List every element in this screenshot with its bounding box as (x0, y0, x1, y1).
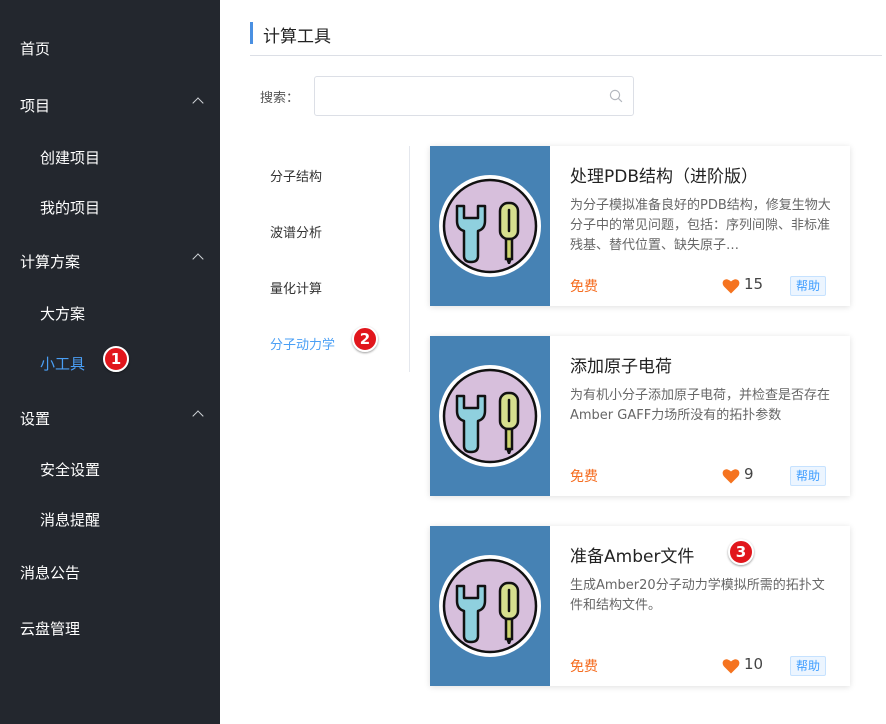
heart-icon[interactable] (722, 278, 740, 294)
tool-price: 免费 (570, 659, 598, 675)
page-header: 计算工具 (250, 20, 882, 56)
sidebar-item-label: 我的项目 (40, 198, 101, 217)
sidebar-item-big-plan[interactable]: 大方案 (0, 293, 220, 333)
tool-price: 免费 (570, 469, 598, 485)
sidebar-item-settings[interactable]: 设置 (0, 398, 220, 438)
chevron-up-icon (192, 97, 204, 109)
help-button[interactable]: 帮助 (790, 656, 827, 676)
annotation-badge-3: 3 (728, 539, 754, 565)
wrench-screwdriver-icon (437, 553, 543, 659)
tool-title[interactable]: 处理PDB结构（进阶版） (570, 162, 758, 187)
sidebar-item-create-project[interactable]: 创建项目 (0, 137, 220, 177)
sidebar-item-label: 计算方案 (20, 252, 81, 271)
tool-card[interactable]: 准备Amber文件 生成Amber20分子动力学模拟所需的拓扑文件和结构文件。 … (430, 526, 850, 686)
sidebar-item-label: 设置 (20, 409, 51, 428)
sidebar-item-home[interactable]: 首页 (0, 28, 220, 68)
help-button[interactable]: 帮助 (790, 276, 827, 296)
category-quantum-computation[interactable]: 量化计算 (270, 278, 322, 297)
like-count: 10 (744, 655, 764, 673)
tool-description: 为有机小分子添加原子电荷，并检查是否存在Amber GAFF力场所没有的拓扑参数 (570, 388, 831, 423)
wrench-screwdriver-icon (437, 363, 543, 469)
search-field (314, 76, 634, 116)
tool-card[interactable]: 添加原子电荷 为有机小分子添加原子电荷，并检查是否存在Amber GAFF力场所… (430, 336, 850, 496)
annotation-badge-1: 1 (103, 346, 129, 372)
chevron-up-icon (192, 253, 204, 265)
search-input[interactable] (315, 77, 633, 115)
tool-price: 免费 (570, 279, 598, 295)
sidebar-item-cloud-drive[interactable]: 云盘管理 (0, 608, 220, 648)
sidebar-item-label: 项目 (20, 96, 51, 115)
category-spectral-analysis[interactable]: 波谱分析 (270, 222, 322, 241)
sidebar-item-projects[interactable]: 项目 (0, 85, 220, 125)
sidebar-item-security-settings[interactable]: 安全设置 (0, 449, 220, 489)
sidebar-item-message-alerts[interactable]: 消息提醒 (0, 499, 220, 539)
heart-icon[interactable] (722, 468, 740, 484)
wrench-screwdriver-icon (437, 173, 543, 279)
search-label: 搜索： (260, 91, 300, 106)
sidebar-item-label: 小工具 (40, 354, 86, 373)
tool-card[interactable]: 处理PDB结构（进阶版） 为分子模拟准备良好的PDB结构，修复生物大分子中的常见… (430, 146, 850, 306)
chevron-up-icon (192, 410, 204, 422)
sidebar-item-announcements[interactable]: 消息公告 (0, 552, 220, 592)
tool-description: 为分子模拟准备良好的PDB结构，修复生物大分子中的常见问题，包括：序列间隙、非标… (570, 198, 831, 253)
category-divider (409, 146, 410, 372)
sidebar: 首页 项目 创建项目 我的项目 计算方案 大方案 小工具 设置 安全设置 消息提… (0, 0, 220, 724)
tool-title[interactable]: 准备Amber文件 (570, 542, 694, 567)
sidebar-item-label: 消息公告 (20, 563, 81, 582)
tool-thumbnail (430, 146, 550, 306)
sidebar-item-label: 首页 (20, 39, 51, 58)
like-count: 15 (744, 275, 764, 293)
sidebar-item-my-projects[interactable]: 我的项目 (0, 187, 220, 227)
annotation-badge-2: 2 (352, 326, 378, 352)
tool-title[interactable]: 添加原子电荷 (570, 352, 672, 377)
title-accent-bar (250, 22, 253, 44)
help-button[interactable]: 帮助 (790, 466, 827, 486)
like-count: 9 (744, 465, 754, 483)
sidebar-item-label: 安全设置 (40, 460, 101, 479)
sidebar-item-label: 消息提醒 (40, 510, 101, 529)
category-molecular-dynamics[interactable]: 分子动力学 (270, 334, 335, 353)
sidebar-item-label: 大方案 (40, 304, 86, 323)
page-title: 计算工具 (263, 27, 331, 47)
tool-thumbnail (430, 336, 550, 496)
sidebar-item-compute-plans[interactable]: 计算方案 (0, 241, 220, 281)
search-icon[interactable] (609, 89, 623, 103)
sidebar-item-label: 云盘管理 (20, 619, 81, 638)
heart-icon[interactable] (722, 658, 740, 674)
category-molecular-structure[interactable]: 分子结构 (270, 166, 322, 185)
tool-thumbnail (430, 526, 550, 686)
tool-description: 生成Amber20分子动力学模拟所需的拓扑文件和结构文件。 (570, 578, 825, 613)
sidebar-item-label: 创建项目 (40, 148, 101, 167)
